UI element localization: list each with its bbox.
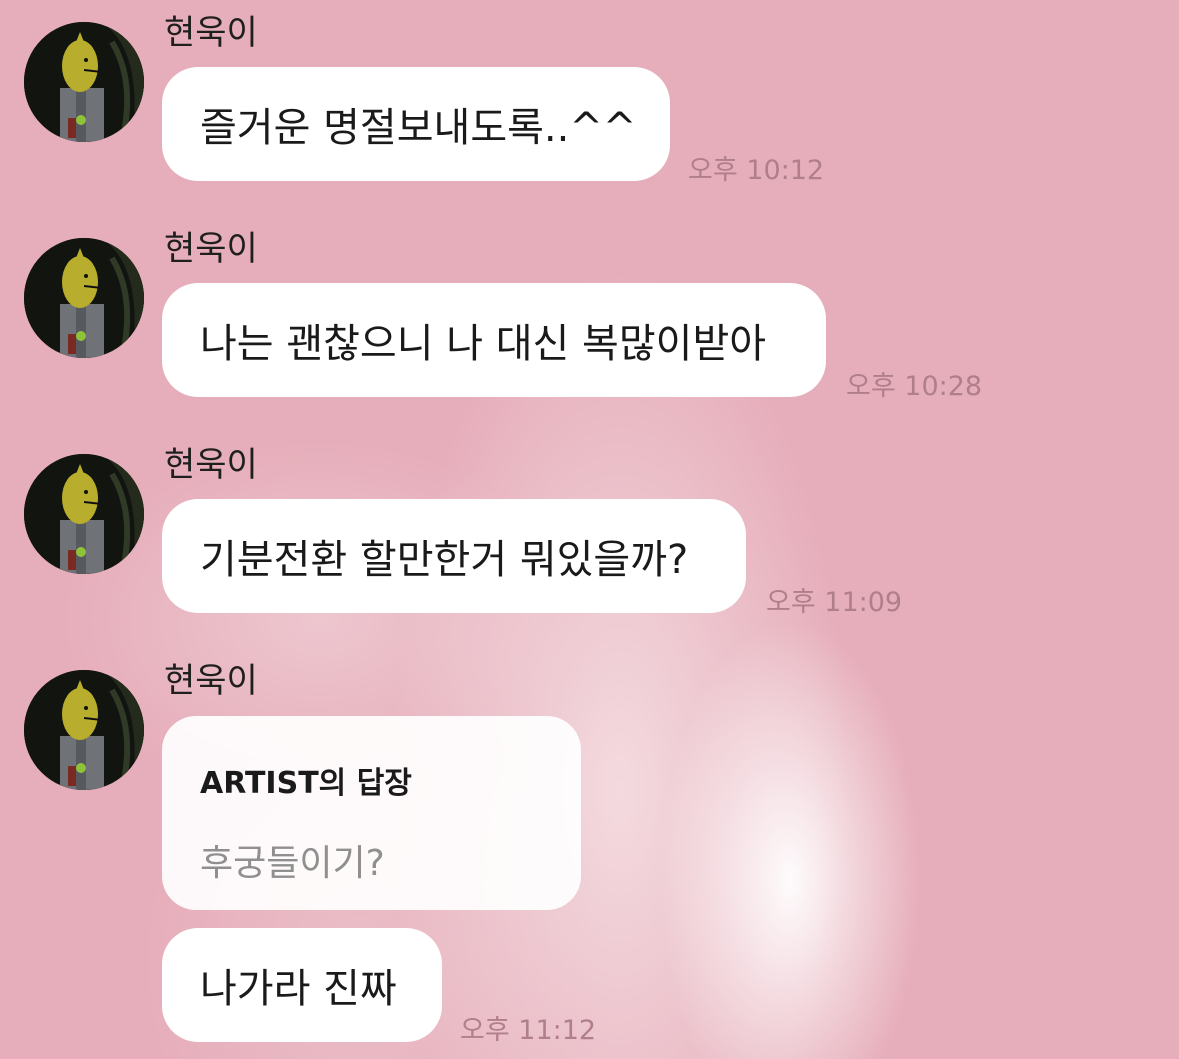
sender-name: 현욱이 bbox=[164, 13, 258, 53]
message-bubble[interactable]: 나가라 진짜 bbox=[162, 928, 442, 1042]
sender-name: 현욱이 bbox=[164, 661, 258, 701]
message-timestamp: 오후 11:09 bbox=[766, 587, 903, 618]
sender-avatar[interactable] bbox=[24, 670, 144, 790]
quoted-message: 후궁들이기? bbox=[200, 843, 385, 884]
sender-name: 현욱이 bbox=[164, 229, 258, 269]
reply-header: ARTIST의 답장 bbox=[200, 766, 412, 801]
reply-quote-card[interactable]: ARTIST의 답장 후궁들이기? bbox=[162, 716, 581, 910]
message-timestamp: 오후 10:28 bbox=[846, 371, 983, 402]
message-timestamp: 오후 11:12 bbox=[460, 1015, 597, 1046]
sender-name: 현욱이 bbox=[164, 445, 258, 485]
message-bubble[interactable]: 기분전환 할만한거 뭐있을까? bbox=[162, 499, 746, 613]
sender-avatar[interactable] bbox=[24, 22, 144, 142]
message-timestamp: 오후 10:12 bbox=[688, 155, 825, 186]
message-bubble[interactable]: 즐거운 명절보내도록..^^ bbox=[162, 67, 670, 181]
sender-avatar[interactable] bbox=[24, 238, 144, 358]
message-bubble[interactable]: 나는 괜찮으니 나 대신 복많이받아 bbox=[162, 283, 826, 397]
sender-avatar[interactable] bbox=[24, 454, 144, 574]
